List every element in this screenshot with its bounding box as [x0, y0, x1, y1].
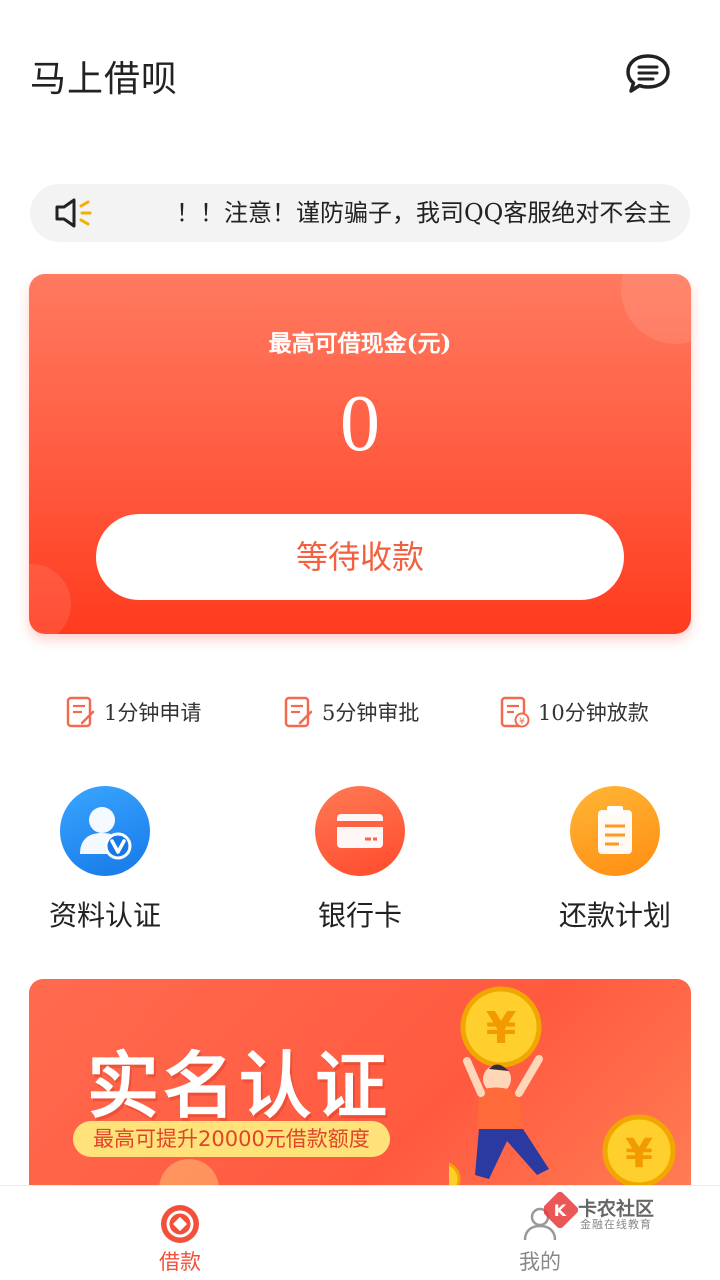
- real-name-banner[interactable]: 实名认证 最高可提升20000元借款额度 ¥ ¥: [29, 979, 691, 1219]
- coin-person-illustration: ¥ ¥: [449, 986, 676, 1196]
- bank-card-icon: [337, 814, 383, 848]
- svg-text:¥: ¥: [625, 1131, 653, 1177]
- step-review: 5分钟审批: [284, 692, 419, 732]
- header: 马上借呗: [0, 0, 720, 150]
- process-steps: 1分钟申请 5分钟审批 ¥ 10分钟放款: [0, 692, 720, 732]
- message-button[interactable]: [624, 52, 672, 96]
- loan-amount: 0: [340, 380, 380, 468]
- svg-text:K: K: [554, 1201, 567, 1220]
- step-label: 10分钟放款: [538, 701, 649, 725]
- banner-subtitle: 最高可提升20000元借款额度: [73, 1121, 390, 1157]
- tab-label: 借款: [159, 1250, 201, 1274]
- page-title: 马上借呗: [30, 59, 179, 100]
- action-label: 银行卡: [317, 899, 402, 932]
- borrow-icon: [161, 1205, 199, 1243]
- step-apply: 1分钟申请: [66, 692, 201, 732]
- action-shortcuts: 资料认证 银行卡 还款计划: [0, 786, 720, 936]
- action-circle: [570, 786, 660, 876]
- form-yuan-icon: ¥: [500, 696, 530, 728]
- action-circle: [60, 786, 150, 876]
- user-verified-icon: [80, 807, 132, 860]
- max-loan-label: 最高可借现金(元): [268, 330, 452, 357]
- notice-text: ！！注意！谨防骗子，我司QQ客服绝对不会主: [176, 199, 672, 227]
- clipboard-icon: [598, 806, 632, 854]
- banner-title: 实名认证: [87, 1044, 392, 1128]
- step-label: 1分钟申请: [104, 701, 202, 725]
- speaker-icon: [55, 198, 92, 228]
- chat-bubble-icon: [626, 54, 670, 93]
- step-label: 5分钟审批: [322, 701, 420, 725]
- action-label: 还款计划: [558, 899, 671, 932]
- svg-text:¥: ¥: [519, 717, 525, 727]
- action-label: 资料认证: [48, 899, 161, 932]
- step-disburse: ¥ 10分钟放款: [500, 692, 649, 732]
- tab-label: 我的: [519, 1250, 561, 1274]
- tab-borrow[interactable]: 借款: [80, 1186, 280, 1280]
- form-edit-icon: [284, 696, 313, 728]
- action-circle: [315, 786, 405, 876]
- profile-verification-button[interactable]: 资料认证: [5, 786, 205, 936]
- loan-card: 最高可借现金(元) 0 等待收款: [29, 274, 691, 634]
- notice-bar[interactable]: ！！注意！谨防骗子，我司QQ客服绝对不会主: [30, 184, 690, 242]
- wait-receive-button[interactable]: 等待收款: [96, 514, 624, 600]
- form-icon: [66, 696, 95, 728]
- bank-card-button[interactable]: 银行卡: [260, 786, 460, 936]
- decor-circle: [29, 564, 71, 634]
- svg-text:¥: ¥: [486, 1003, 517, 1054]
- repayment-plan-button[interactable]: 还款计划: [515, 786, 715, 936]
- watermark-subtitle: 金融在线教育: [580, 1218, 652, 1231]
